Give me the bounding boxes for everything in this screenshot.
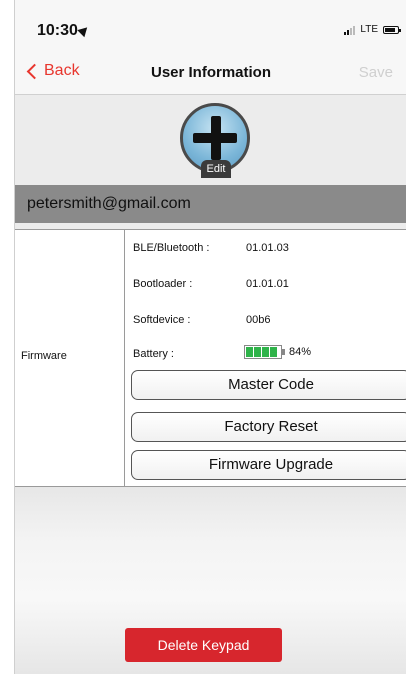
email-field[interactable]: petersmith@gmail.com (15, 185, 406, 223)
battery-icon (244, 345, 282, 359)
battery-percent: 84% (289, 346, 312, 358)
delete-keypad-button[interactable]: Delete Keypad (125, 628, 282, 662)
divider (124, 230, 125, 486)
network-label: LTE (360, 24, 378, 35)
ble-value: 01.01.03 (246, 242, 289, 254)
firmware-upgrade-button[interactable]: Firmware Upgrade (131, 450, 406, 480)
page-title: User Information (150, 64, 271, 81)
bootloader-label: Bootloader : (133, 278, 193, 290)
save-button[interactable]: Save (359, 64, 393, 81)
softdevice-value: 00b6 (246, 314, 271, 326)
nav-bar: Back User Information Save (15, 52, 406, 95)
plus-icon-bar (193, 133, 237, 143)
location-arrow-icon (77, 23, 91, 38)
factory-reset-button[interactable]: Factory Reset (131, 412, 406, 442)
ble-label: BLE/Bluetooth : (133, 242, 210, 254)
master-code-button[interactable]: Master Code (131, 370, 406, 400)
status-indicators: LTE (344, 24, 401, 35)
status-bar: 10:30 LTE (15, 0, 406, 52)
edit-avatar-label[interactable]: Edit (201, 160, 231, 178)
battery-status-icon (383, 25, 401, 34)
firmware-section: Firmware BLE/Bluetooth : 01.01.03 Bootlo… (15, 229, 406, 487)
softdevice-label: Softdevice : (133, 314, 191, 326)
phone-screen: 10:30 LTE Back User Information Save Edi… (14, 0, 406, 674)
status-time: 10:30 (37, 22, 78, 39)
firmware-label: Firmware (21, 350, 67, 362)
signal-icon (344, 25, 356, 35)
battery-label: Battery : (133, 348, 174, 360)
battery-icon-tip (282, 349, 285, 355)
battery-indicator: 84% (244, 345, 311, 359)
avatar-area: Edit (15, 95, 406, 185)
bootloader-value: 01.01.01 (246, 278, 289, 290)
